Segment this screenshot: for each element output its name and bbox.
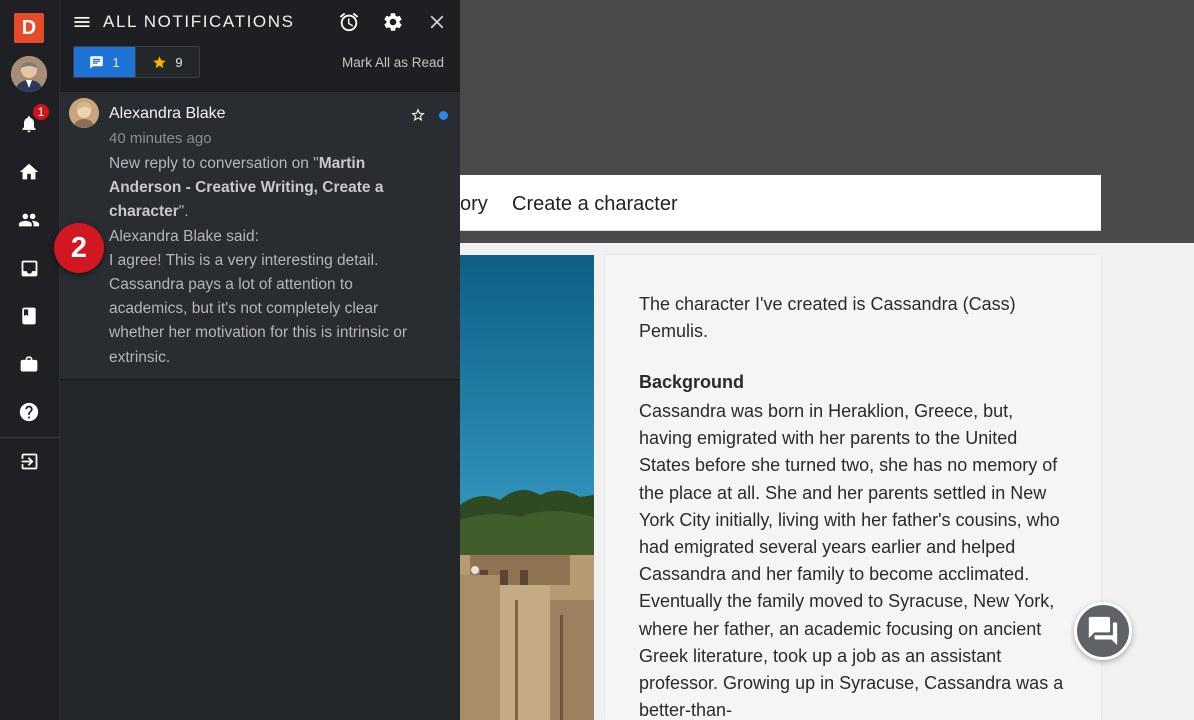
message-text: I agree! This is a very interesting deta… — [109, 251, 408, 366]
knossos-photo — [460, 255, 594, 720]
logout-icon[interactable] — [16, 448, 42, 474]
panel-title: ALL NOTIFICATIONS — [103, 12, 295, 31]
close-icon[interactable] — [426, 11, 448, 33]
gear-icon[interactable] — [382, 11, 404, 33]
step-marker-badge: 2 — [54, 223, 104, 273]
unread-indicator[interactable] — [439, 111, 448, 120]
people-icon[interactable] — [16, 207, 42, 233]
notification-time: 40 minutes ago — [109, 130, 212, 147]
content-card: The character I've created is Cassandra … — [605, 255, 1101, 720]
tab-messages[interactable]: 1 — [74, 47, 135, 77]
help-icon[interactable] — [16, 399, 42, 425]
said-line: Alexandra Blake said: — [109, 227, 259, 245]
inbox-icon[interactable] — [16, 255, 42, 281]
background-text: Cassandra was born in Heraklion, Greece,… — [639, 401, 1064, 720]
notification-item[interactable]: Alexandra Blake 40 minutes ago New reply… — [60, 92, 460, 380]
left-rail: D 1 — [0, 0, 60, 720]
book-icon[interactable] — [16, 303, 42, 329]
notification-count-badge: 1 — [31, 102, 51, 122]
tab-starred-count: 9 — [175, 54, 183, 70]
tab-partial[interactable]: ory — [460, 193, 488, 216]
tab-messages-count: 1 — [112, 54, 120, 70]
notification-filter-tabs: 1 9 — [73, 46, 200, 78]
briefcase-icon[interactable] — [16, 351, 42, 377]
rail-divider — [0, 437, 60, 438]
body-prefix: New reply to conversation on " — [109, 155, 319, 172]
chat-bubbles-icon — [1088, 616, 1118, 646]
chat-icon — [90, 55, 104, 69]
tab-create-character[interactable]: Create a character — [512, 193, 678, 216]
mark-all-read-link[interactable]: Mark All as Read — [342, 55, 444, 70]
star-icon — [153, 55, 167, 68]
tab-starred[interactable]: 9 — [135, 47, 199, 77]
alarm-clock-icon[interactable] — [338, 11, 360, 33]
sender-avatar — [69, 98, 99, 128]
intro-text: The character I've created is Cassandra … — [639, 294, 1016, 342]
user-avatar[interactable] — [11, 56, 47, 92]
home-icon[interactable] — [16, 159, 42, 185]
page-tab-bar: ory Create a character — [460, 175, 1101, 231]
background-heading: Background — [639, 372, 745, 392]
body-suffix: ". — [178, 203, 189, 221]
notification-body: New reply to conversation on "Martin And… — [109, 152, 414, 370]
app-logo[interactable]: D — [14, 13, 44, 43]
sender-name: Alexandra Blake — [109, 105, 226, 122]
panel-header: ALL NOTIFICATIONS 1 9 Mark All as Read — [60, 0, 460, 92]
chat-button[interactable] — [1074, 602, 1132, 660]
hamburger-menu-icon[interactable] — [72, 12, 92, 32]
star-outline-icon[interactable] — [410, 107, 426, 123]
notifications-panel: ALL NOTIFICATIONS 1 9 Mark All as Read A… — [60, 0, 460, 720]
